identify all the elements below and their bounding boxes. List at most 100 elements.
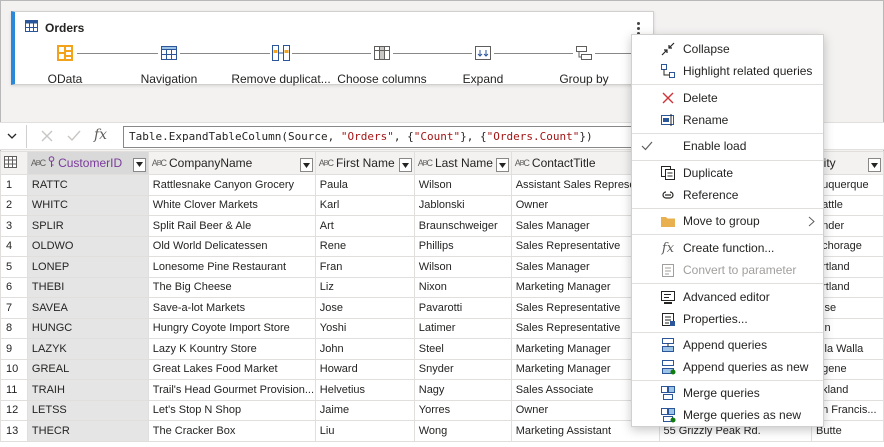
row-number[interactable]: 1 bbox=[0, 174, 28, 196]
table-cell[interactable]: Jaime bbox=[314, 399, 415, 421]
query-card[interactable]: Orders OData Navigation Remove duplicat.… bbox=[11, 11, 654, 86]
table-cell[interactable]: Lazy K Kountry Store bbox=[147, 338, 316, 360]
chevron-down-icon[interactable] bbox=[6, 130, 18, 145]
table-cell[interactable]: Liu bbox=[314, 420, 415, 442]
table-cell[interactable]: Braunschweiger bbox=[413, 215, 512, 237]
filter-dropdown-icon[interactable] bbox=[868, 158, 881, 172]
menu-item-append-queries[interactable]: Append queries bbox=[632, 334, 823, 356]
table-cell[interactable]: Hungry Coyote Import Store bbox=[147, 317, 316, 339]
table-cell[interactable]: HUNGC bbox=[26, 317, 149, 339]
text-type-icon[interactable]: ABC bbox=[515, 158, 530, 168]
menu-item-create-function[interactable]: fx Create function... bbox=[632, 237, 823, 259]
table-cell[interactable]: Fran bbox=[314, 256, 415, 278]
row-number[interactable]: 10 bbox=[0, 358, 28, 380]
menu-item-merge-queries-as-new[interactable]: Merge queries as new bbox=[632, 404, 823, 426]
step-navigation[interactable]: Navigation bbox=[121, 42, 217, 86]
table-cell[interactable]: THEBI bbox=[26, 276, 149, 298]
table-cell[interactable]: Phillips bbox=[413, 235, 512, 257]
commit-icon[interactable] bbox=[66, 129, 82, 146]
table-cell[interactable]: Art bbox=[314, 215, 415, 237]
menu-item-rename[interactable]: Rename bbox=[632, 109, 823, 131]
filter-dropdown-icon[interactable] bbox=[398, 158, 412, 172]
column-header-customerid[interactable]: ABC CustomerID bbox=[26, 151, 149, 175]
filter-dropdown-icon[interactable] bbox=[299, 158, 313, 172]
table-cell[interactable]: SPLIR bbox=[26, 215, 149, 237]
row-number[interactable]: 4 bbox=[0, 235, 28, 257]
table-menu-icon[interactable] bbox=[4, 155, 17, 168]
column-header-last-name[interactable]: ABC Last Name bbox=[413, 151, 512, 175]
table-cell[interactable]: LONEP bbox=[26, 256, 149, 278]
table-cell[interactable]: The Cracker Box bbox=[147, 420, 316, 442]
formula-input[interactable]: Table.ExpandTableColumn(Source, "Orders"… bbox=[123, 126, 643, 148]
menu-item-highlight-related-queries[interactable]: Highlight related queries bbox=[632, 60, 823, 82]
table-cell[interactable]: Karl bbox=[314, 194, 415, 216]
text-type-icon[interactable]: ABC bbox=[152, 158, 167, 168]
table-corner[interactable] bbox=[0, 151, 28, 175]
table-cell[interactable]: Snyder bbox=[413, 358, 512, 380]
cancel-icon[interactable] bbox=[40, 129, 54, 146]
menu-item-advanced-editor[interactable]: Advanced editor bbox=[632, 286, 823, 308]
step-odata[interactable]: OData bbox=[17, 42, 113, 86]
menu-item-duplicate[interactable]: Duplicate bbox=[632, 162, 823, 184]
table-cell[interactable]: THECR bbox=[26, 420, 149, 442]
table-cell[interactable]: Rattlesnake Canyon Grocery bbox=[147, 174, 316, 196]
table-cell[interactable]: Old World Delicatessen bbox=[147, 235, 316, 257]
query-title[interactable]: Orders bbox=[25, 20, 84, 35]
row-number[interactable]: 8 bbox=[0, 317, 28, 339]
table-cell[interactable]: Rene bbox=[314, 235, 415, 257]
table-cell[interactable]: OLDWO bbox=[26, 235, 149, 257]
row-number[interactable]: 6 bbox=[0, 276, 28, 298]
text-type-icon[interactable]: ABC bbox=[319, 158, 334, 168]
table-cell[interactable]: Yorres bbox=[413, 399, 512, 421]
menu-item-properties[interactable]: Properties... bbox=[632, 308, 823, 330]
menu-item-collapse[interactable]: Collapse bbox=[632, 38, 823, 60]
text-type-icon[interactable]: ABC bbox=[31, 158, 46, 168]
row-number[interactable]: 3 bbox=[0, 215, 28, 237]
row-number[interactable]: 11 bbox=[0, 379, 28, 401]
step-group-by[interactable]: Group by bbox=[536, 42, 632, 86]
row-number[interactable]: 9 bbox=[0, 338, 28, 360]
text-type-icon[interactable]: ABC bbox=[418, 158, 433, 168]
table-cell[interactable]: Helvetius bbox=[314, 379, 415, 401]
row-number[interactable]: 12 bbox=[0, 399, 28, 421]
menu-item-enable-load[interactable]: Enable load bbox=[632, 135, 823, 157]
fx-icon[interactable]: fx bbox=[94, 127, 107, 143]
table-cell[interactable]: WHITC bbox=[26, 194, 149, 216]
step-choose-columns[interactable]: Choose columns bbox=[334, 42, 430, 86]
table-cell[interactable]: Save-a-lot Markets bbox=[147, 297, 316, 319]
menu-item-append-queries-as-new[interactable]: Append queries as new bbox=[632, 356, 823, 378]
table-cell[interactable]: Wong bbox=[413, 420, 512, 442]
table-cell[interactable]: Jose bbox=[314, 297, 415, 319]
menu-item-delete[interactable]: Delete bbox=[632, 87, 823, 109]
column-header-first-name[interactable]: ABC First Name bbox=[314, 151, 415, 175]
table-cell[interactable]: Howard bbox=[314, 358, 415, 380]
table-cell[interactable]: Jablonski bbox=[413, 194, 512, 216]
table-cell[interactable]: TRAIH bbox=[26, 379, 149, 401]
row-number[interactable]: 2 bbox=[0, 194, 28, 216]
table-cell[interactable]: John bbox=[314, 338, 415, 360]
table-cell[interactable]: LETSS bbox=[26, 399, 149, 421]
table-cell[interactable]: Split Rail Beer & Ale bbox=[147, 215, 316, 237]
table-cell[interactable]: Nixon bbox=[413, 276, 512, 298]
step-expand[interactable]: Expand bbox=[435, 42, 531, 86]
menu-item-move-to-group[interactable]: Move to group bbox=[632, 210, 823, 232]
table-cell[interactable]: Lonesome Pine Restaurant bbox=[147, 256, 316, 278]
table-cell[interactable]: Paula bbox=[314, 174, 415, 196]
table-cell[interactable]: Nagy bbox=[413, 379, 512, 401]
table-cell[interactable]: Steel bbox=[413, 338, 512, 360]
table-cell[interactable]: Latimer bbox=[413, 317, 512, 339]
table-cell[interactable]: Trail's Head Gourmet Provision... bbox=[147, 379, 316, 401]
table-cell[interactable]: White Clover Markets bbox=[147, 194, 316, 216]
filter-dropdown-icon[interactable] bbox=[495, 158, 509, 172]
table-cell[interactable]: LAZYK bbox=[26, 338, 149, 360]
table-cell[interactable]: Wilson bbox=[413, 256, 512, 278]
table-cell[interactable]: Wilson bbox=[413, 174, 512, 196]
column-header-companyname[interactable]: ABC CompanyName bbox=[147, 151, 316, 175]
filter-dropdown-icon[interactable] bbox=[132, 157, 146, 172]
table-cell[interactable]: Let's Stop N Shop bbox=[147, 399, 316, 421]
table-cell[interactable]: Great Lakes Food Market bbox=[147, 358, 316, 380]
menu-item-merge-queries[interactable]: Merge queries bbox=[632, 382, 823, 404]
step-remove-duplicates[interactable]: Remove duplicat... bbox=[231, 42, 331, 86]
table-cell[interactable]: Yoshi bbox=[314, 317, 415, 339]
row-number[interactable]: 5 bbox=[0, 256, 28, 278]
